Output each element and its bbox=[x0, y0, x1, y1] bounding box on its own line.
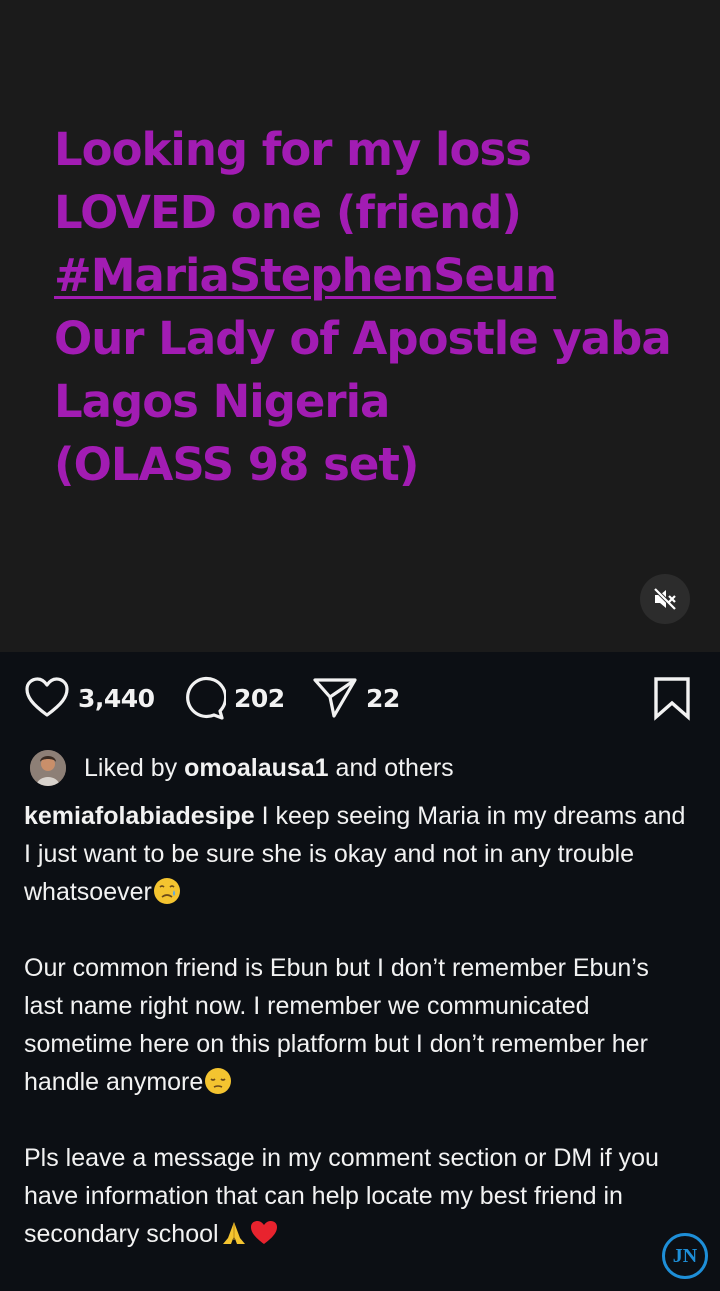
media-text-line: LOVED one (friend) bbox=[54, 186, 522, 239]
liked-by-user[interactable]: omoalausa1 bbox=[184, 754, 329, 783]
praying-hands-emoji-icon bbox=[222, 1222, 245, 1244]
liked-by-row[interactable]: Liked by omoalausa1 and others bbox=[28, 748, 454, 788]
liked-by-suffix: and others bbox=[335, 753, 454, 782]
mute-button[interactable] bbox=[640, 574, 690, 624]
comment-icon[interactable] bbox=[180, 675, 226, 721]
media-text-line: Looking for my loss bbox=[54, 123, 532, 176]
sad-tear-emoji-icon bbox=[153, 878, 180, 904]
like-action[interactable]: 3,440 bbox=[24, 670, 155, 726]
share-action[interactable]: 22 bbox=[312, 670, 400, 726]
caption-paragraph: kemiafolabiadesipe I keep seeing Maria i… bbox=[24, 797, 694, 911]
share-icon[interactable] bbox=[312, 675, 358, 721]
comment-count: 202 bbox=[234, 683, 285, 713]
caption-paragraph: Pls leave a message in my comment sectio… bbox=[24, 1139, 694, 1253]
avatar[interactable] bbox=[28, 748, 68, 788]
post-media[interactable]: Looking for my loss LOVED one (friend) #… bbox=[0, 0, 720, 652]
caption-username[interactable]: kemiafolabiadesipe bbox=[24, 802, 255, 830]
caption-paragraph: Our common friend is Ebun but I don’t re… bbox=[24, 949, 694, 1101]
media-text-line: Lagos Nigeria bbox=[54, 375, 390, 428]
post-caption: kemiafolabiadesipe I keep seeing Maria i… bbox=[24, 797, 694, 1253]
save-action[interactable] bbox=[652, 670, 692, 726]
jn-watermark-logo: JN bbox=[662, 1233, 708, 1279]
speaker-muted-icon bbox=[653, 587, 677, 611]
media-text-line: (OLASS 98 set) bbox=[54, 438, 419, 491]
media-text-line: Our Lady of Apostle yaba bbox=[54, 312, 672, 365]
caption-text: Pls leave a message in my comment sectio… bbox=[24, 1144, 659, 1248]
comment-action[interactable]: 202 bbox=[180, 670, 285, 726]
liked-by-prefix: Liked by bbox=[84, 753, 178, 782]
media-caption-text: Looking for my loss LOVED one (friend) #… bbox=[54, 118, 720, 496]
caption-text: Our common friend is Ebun but I don’t re… bbox=[24, 954, 649, 1096]
avatar-icon bbox=[30, 750, 66, 786]
bookmark-icon[interactable] bbox=[652, 675, 692, 721]
red-heart-emoji-icon bbox=[250, 1221, 277, 1244]
pensive-emoji-icon bbox=[205, 1068, 232, 1094]
media-hashtag: #MariaStephenSeun bbox=[54, 249, 557, 302]
share-count: 22 bbox=[366, 683, 400, 713]
heart-icon[interactable] bbox=[24, 677, 70, 719]
like-count: 3,440 bbox=[78, 683, 155, 713]
action-bar: 3,440 202 22 bbox=[0, 670, 720, 726]
